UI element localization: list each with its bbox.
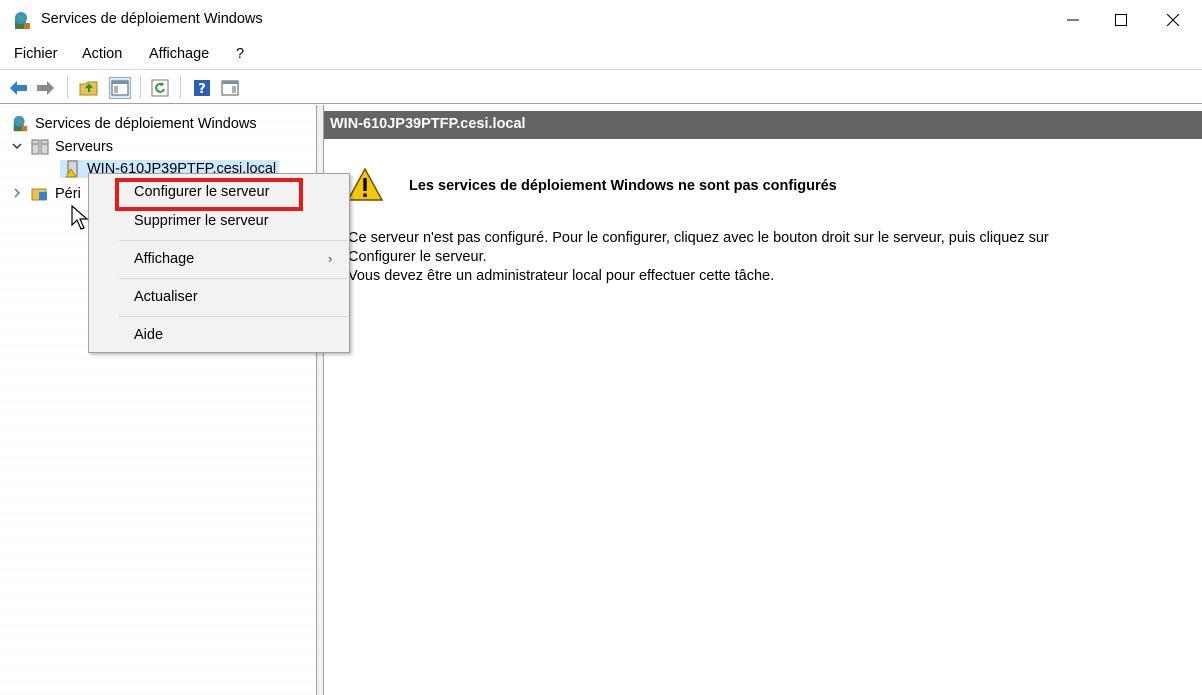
menu-fichier[interactable]: Fichier	[14, 46, 58, 62]
forward-arrow-icon[interactable]	[34, 77, 56, 99]
tree-root-label: Services de déploiement Windows	[35, 116, 257, 132]
toolbar: ?	[0, 71, 1202, 104]
notice-body: Ce serveur n'est pas configuré. Pour le …	[348, 229, 1148, 286]
details-pane: WIN-610JP39PTFP.cesi.local Les services …	[324, 105, 1202, 695]
tree-devices[interactable]: Péri	[10, 185, 81, 203]
title-bar: Services de déploiement Windows	[0, 0, 1202, 40]
tree-devices-label: Péri	[55, 186, 81, 202]
notice-line-1: Ce serveur n'est pas configuré. Pour le …	[348, 230, 1049, 246]
notice-line-3: Vous devez être un administrateur local …	[348, 268, 775, 284]
submenu-arrow-icon: ›	[328, 251, 333, 266]
wds-tree-icon	[10, 115, 30, 133]
menu-separator	[119, 240, 347, 241]
maximize-button[interactable]	[1098, 4, 1144, 36]
warning-icon	[346, 167, 384, 203]
menu-action[interactable]: Action	[82, 46, 122, 62]
context-menu: Configurer le serveur Supprimer le serve…	[88, 173, 350, 353]
highlight-annotation	[115, 178, 303, 211]
close-button[interactable]	[1150, 4, 1196, 36]
mouse-pointer-icon	[70, 204, 92, 231]
refresh-icon[interactable]	[149, 77, 171, 99]
svg-text:?: ?	[198, 82, 206, 97]
tree-servers-label: Serveurs	[55, 139, 114, 155]
devices-icon	[30, 185, 50, 203]
minimize-button[interactable]	[1050, 4, 1096, 36]
notice-title: Les services de déploiement Windows ne s…	[409, 178, 837, 194]
menu-affichage[interactable]: Affichage	[149, 46, 209, 62]
menu-item-help[interactable]: Aide	[134, 327, 163, 343]
show-hide-tree-icon[interactable]	[109, 77, 131, 99]
details-header: WIN-610JP39PTFP.cesi.local	[324, 111, 1202, 139]
menu-item-view[interactable]: Affichage	[134, 251, 194, 267]
menu-bar: Fichier Action Affichage ?	[0, 40, 1202, 70]
server-warning-icon	[63, 160, 83, 178]
help-icon[interactable]: ?	[191, 77, 213, 99]
expanded-chevron-icon[interactable]	[10, 141, 24, 154]
menu-separator	[119, 316, 347, 317]
window-title: Services de déploiement Windows	[41, 11, 263, 27]
action-pane-icon[interactable]	[219, 77, 241, 99]
tree-root[interactable]: Services de déploiement Windows	[10, 115, 257, 133]
tree-servers[interactable]: Serveurs	[10, 138, 113, 156]
menu-item-remove[interactable]: Supprimer le serveur	[134, 213, 269, 229]
up-folder-icon[interactable]	[78, 77, 100, 99]
menu-help[interactable]: ?	[236, 46, 244, 62]
servers-folder-icon	[30, 138, 50, 156]
menu-item-refresh[interactable]: Actualiser	[134, 289, 198, 305]
menu-separator	[119, 278, 347, 279]
notice-line-2: Configurer le serveur.	[348, 249, 487, 265]
wds-app-icon	[12, 11, 32, 31]
collapsed-chevron-icon[interactable]	[10, 187, 24, 201]
back-arrow-icon[interactable]	[8, 77, 30, 99]
